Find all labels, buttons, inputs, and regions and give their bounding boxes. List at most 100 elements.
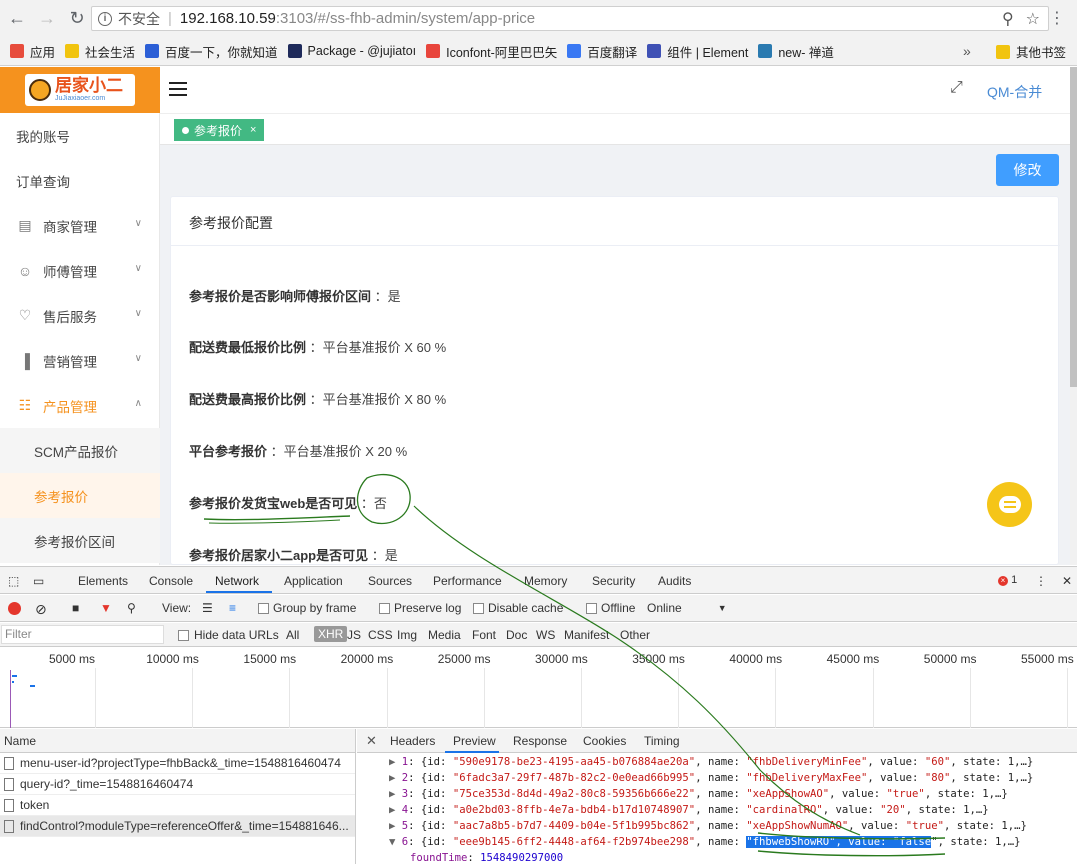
zoom-icon[interactable]: ⚲ [1002,9,1014,29]
filter-type[interactable]: All [286,628,299,642]
filter-type[interactable]: XHR [314,626,348,642]
devtools-menu-icon[interactable]: ⋮ [1035,574,1047,588]
waterfall-icon[interactable]: ≡ [229,601,236,615]
request-row[interactable]: token [0,795,355,816]
filter-type[interactable]: Media [428,628,461,642]
offline-checkbox[interactable]: Offline [586,601,635,615]
screenshot-icon[interactable]: ■ [72,601,79,615]
sidebar-item[interactable]: ▐ 营销管理 ∨ [0,338,160,383]
detail-tab[interactable]: Timing [644,734,680,748]
fullscreen-icon[interactable]: ⤢ [950,79,963,97]
large-rows-icon[interactable]: ☰ [202,601,213,615]
app-logo[interactable]: 居家小二 JuJiaxiaoer.com [0,67,160,113]
devtools-tab[interactable]: Security [592,574,635,588]
tab-reference-price[interactable]: 参考报价 × [174,119,265,141]
devtools-tab[interactable]: Performance [433,574,502,588]
filter-type[interactable]: Doc [506,628,527,642]
bookmark-item[interactable]: 组件 | Element [647,42,748,61]
device-toolbar-icon[interactable]: ▭ [33,574,44,588]
devtools-close-icon[interactable]: ✕ [1062,574,1072,588]
back-icon[interactable]: ← [4,6,30,32]
name-column-header[interactable]: Name [0,729,355,753]
request-row[interactable]: findControl?moduleType=referenceOffer&_t… [0,816,355,837]
bookmark-item[interactable]: 百度翻译 [567,42,637,61]
sidebar-item[interactable]: ♡ 售后服务 ∨ [0,293,160,338]
browser-menu-icon[interactable]: ⋮ [1049,8,1065,28]
sidebar-item[interactable]: 参考报价区间 [0,518,160,563]
sidebar-item[interactable]: ▤ 商家管理 ∨ [0,203,160,248]
bookmark-item[interactable]: Package - @jujiatoı [287,44,416,58]
bookmark-item[interactable]: Iconfont-阿里巴巴矢 [426,42,557,61]
chat-button[interactable] [987,482,1032,527]
throttle-select[interactable]: Online ▼ [647,601,727,615]
request-row[interactable]: query-id?_time=1548816460474 [0,774,355,795]
disable-cache-checkbox[interactable]: Disable cache [473,601,563,615]
detail-tab[interactable]: Response [513,734,567,748]
detail-tab[interactable]: Headers [390,734,435,748]
preview-line[interactable]: ▶ 5: {id: "aac7a8b5-b7d7-4409-b04e-5f1b9… [357,818,1077,834]
preview-line[interactable]: ▶ 4: {id: "a0e2bd03-8ffb-4e7a-bdb4-b17d1… [357,802,1077,818]
bookmark-item[interactable]: 社会生活 [65,42,135,61]
devtools-tab[interactable]: Application [284,574,343,588]
devtools-tab[interactable]: Elements [78,574,128,588]
filter-type[interactable]: Img [397,628,417,642]
bookmarks-bar: 应用 社会生活 百度一下，你就知道 Package - @jujiatoı Iconfo… [0,37,1077,66]
devtools-tab[interactable]: Console [149,574,193,588]
filter-icon[interactable]: ▼ [100,601,112,615]
forward-icon[interactable]: → [34,6,60,32]
bookmark-item[interactable]: 应用 [10,42,55,61]
detail-close-icon[interactable]: ✕ [366,733,377,749]
filter-type[interactable]: Manifest [564,628,609,642]
devtools-tab[interactable]: Sources [368,574,412,588]
devtools-tab[interactable]: Network [215,574,259,588]
devtools-tab[interactable]: Memory [524,574,567,588]
menu-toggle-icon[interactable] [169,82,187,100]
detail-tab[interactable]: Cookies [583,734,626,748]
reload-icon[interactable]: ↻ [64,6,90,32]
sidebar-item[interactable]: 订单查询 [0,158,160,203]
request-row[interactable]: menu-user-id?projectType=fhbBack&_time=1… [0,753,355,774]
sidebar-item[interactable]: 我的账号 [0,113,160,158]
preserve-log-checkbox[interactable]: Preserve log [379,601,461,615]
search-icon[interactable]: ⚲ [127,601,136,615]
sidebar-item[interactable]: ☷ 产品管理 ∧ [0,383,160,428]
timeline-gridline [289,668,291,728]
filter-type[interactable]: WS [536,628,555,642]
info-icon[interactable]: i [98,11,112,26]
other-bookmarks[interactable]: 其他书签 [996,37,1066,66]
filter-type[interactable]: CSS [368,628,393,642]
sidebar-item[interactable]: SCM产品报价 [0,428,160,473]
sidebar-item[interactable]: ☺ 师傅管理 ∨ [0,248,160,293]
detail-tab[interactable]: Preview [453,734,496,748]
filter-type[interactable]: Font [472,628,496,642]
user-name[interactable]: QM-合并 [987,82,1042,102]
preview-line[interactable]: ▶ 2: {id: "6fadc3a7-29f7-487b-82c2-0e0ea… [357,770,1077,786]
timeline-label: 40000 ms [729,652,783,666]
error-counter[interactable]: × 1 [998,574,1017,586]
bookmark-label: 百度一下，你就知道 [165,45,278,60]
bookmark-item[interactable]: new- 禅道 [758,42,834,61]
preview-line[interactable]: ▶ 1: {id: "590e9178-be23-4195-aa45-b0768… [357,754,1077,770]
tab-close-icon[interactable]: × [250,124,256,136]
bookmarks-more[interactable]: » [963,43,971,59]
record-icon[interactable] [8,602,21,615]
network-overview[interactable]: 5000 ms 10000 ms 15000 ms 20000 ms 25000 ms 3… [0,648,1077,728]
config-value: ：是 [368,548,398,563]
preview-line[interactable]: ▶ 3: {id: "75ce353d-8d4d-49a2-80c8-59356… [357,786,1077,802]
clear-icon[interactable]: ⊘ [35,601,47,618]
filter-type[interactable]: JS [347,628,361,642]
sidebar-item[interactable]: 参考报价 [0,473,160,518]
edit-button[interactable]: 修改 [996,154,1059,186]
config-label: 参考报价发货宝web是否可见 [189,496,358,511]
filter-input[interactable]: Filter [1,625,164,644]
devtools-tab[interactable]: Audits [658,574,691,588]
hide-data-urls-checkbox[interactable]: Hide data URLs [178,628,279,642]
inspect-icon[interactable]: ⬚ [8,574,19,588]
address-bar[interactable]: i 不安全 | 192.168.10.59:3103/#/ss-fhb-admi… [91,6,1049,31]
preview-line[interactable]: ▼ 6: {id: "eee9b145-6ff2-4448-af64-f2b97… [357,834,1077,850]
bookmark-item[interactable]: 百度一下，你就知道 [145,42,278,61]
group-by-frame-checkbox[interactable]: Group by frame [258,601,356,615]
star-icon[interactable]: ☆ [1026,9,1040,29]
filter-type[interactable]: Other [620,628,650,642]
page-scrollbar[interactable] [1070,67,1077,565]
